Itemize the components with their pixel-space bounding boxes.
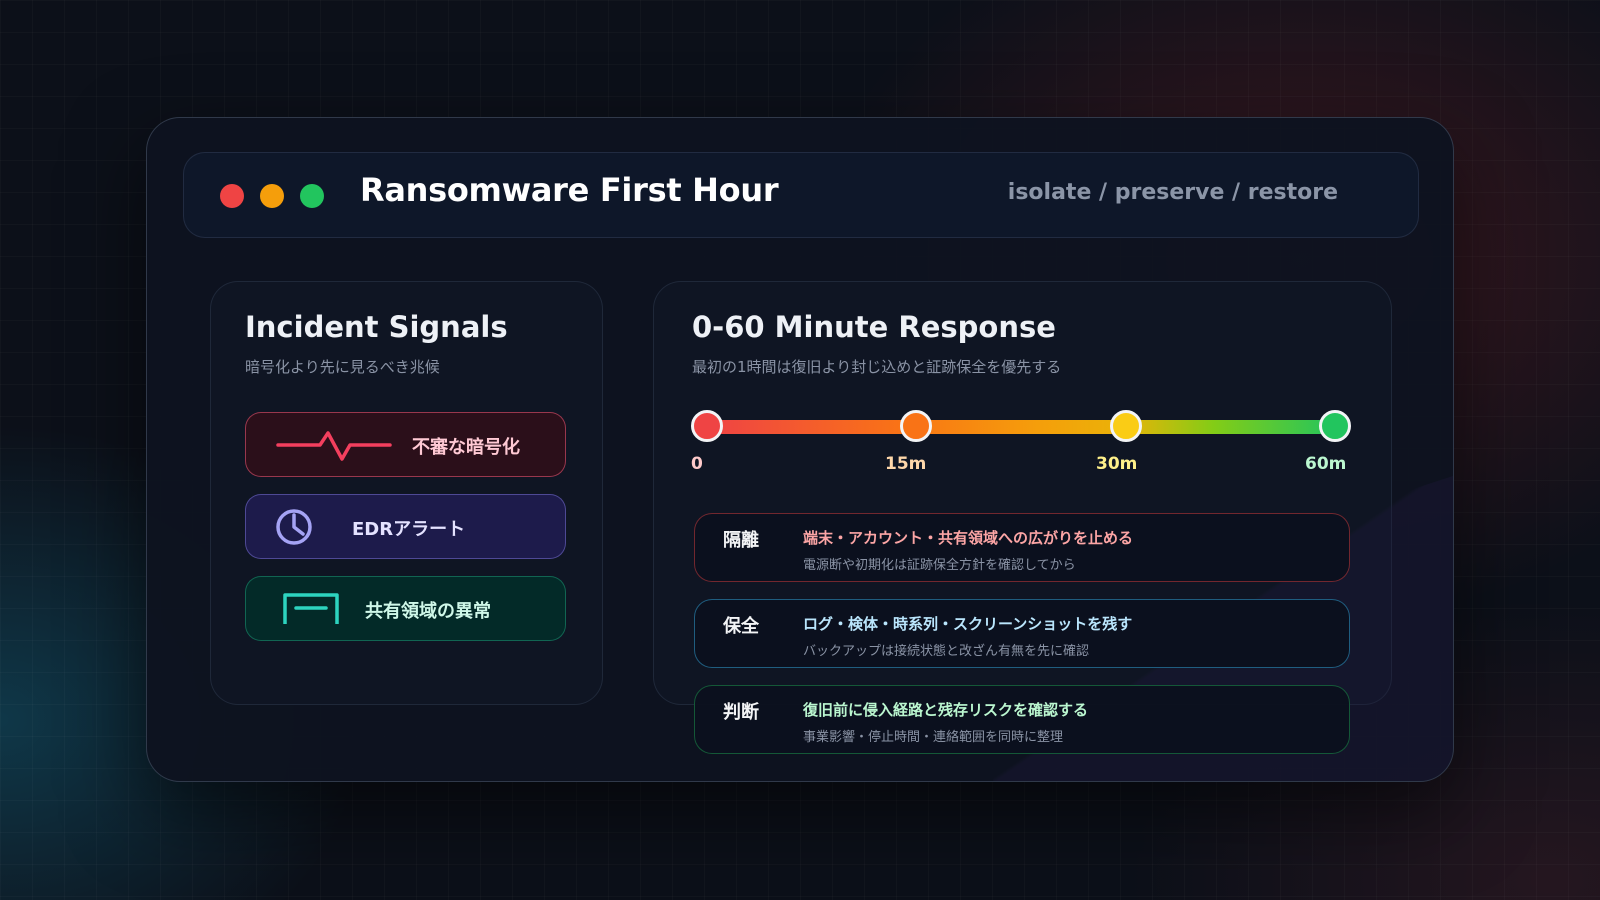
share-tray-icon xyxy=(282,577,340,640)
timeline-label-0: 0 xyxy=(691,454,703,474)
step-note: 事業影響・停止時間・連絡範囲を同時に整理 xyxy=(803,730,1064,745)
minimize-window-button[interactable] xyxy=(260,184,284,208)
app-tagline: isolate / preserve / restore xyxy=(1007,180,1338,205)
signal-suspicious-encryption[interactable]: 不審な暗号化 xyxy=(245,412,566,477)
step-tag: 保全 xyxy=(723,616,759,637)
step-main-text: ログ・検体・時系列・スクリーンショットを残す xyxy=(803,615,1133,633)
step-preserve[interactable]: 保全 ログ・検体・時系列・スクリーンショットを残す バックアップは接続状態と改ざ… xyxy=(694,599,1350,668)
step-note: バックアップは接続状態と改ざん有無を先に確認 xyxy=(803,644,1090,659)
clock-icon xyxy=(275,495,313,558)
response-title: 0-60 Minute Response xyxy=(692,310,1056,344)
signal-label: EDRアラート xyxy=(352,519,466,540)
signal-edr-alert[interactable]: EDRアラート xyxy=(245,494,566,559)
timeline-label-30m: 30m xyxy=(1096,454,1138,474)
signals-title: Incident Signals xyxy=(245,310,508,344)
incident-signals-card: Incident Signals 暗号化より先に見るべき兆候 不審な暗号化 ED… xyxy=(210,281,603,705)
step-tag: 隔離 xyxy=(723,530,759,551)
signal-label: 不審な暗号化 xyxy=(412,437,520,458)
maximize-window-button[interactable] xyxy=(300,184,324,208)
step-decide[interactable]: 判断 復旧前に侵入経路と残存リスクを確認する 事業影響・停止時間・連絡範囲を同時… xyxy=(694,685,1350,754)
timeline-label-60m: 60m xyxy=(1305,454,1347,474)
step-isolate[interactable]: 隔離 端末・アカウント・共有領域への広がりを止める 電源断や初期化は証跡保全方針… xyxy=(694,513,1350,582)
timeline-node-60m[interactable] xyxy=(1319,410,1351,442)
signals-subtitle: 暗号化より先に見るべき兆候 xyxy=(245,358,440,376)
step-note: 電源断や初期化は証跡保全方針を確認してから xyxy=(803,558,1076,573)
app-window: Ransomware First Hour isolate / preserve… xyxy=(146,117,1454,782)
signal-shared-area-anomaly[interactable]: 共有領域の異常 xyxy=(245,576,566,641)
timeline-progress-bar xyxy=(712,420,1338,434)
title-bar: Ransomware First Hour isolate / preserve… xyxy=(183,152,1419,238)
step-main-text: 端末・アカウント・共有領域への広がりを止める xyxy=(803,529,1134,547)
step-main-text: 復旧前に侵入経路と残存リスクを確認する xyxy=(803,701,1089,719)
app-title: Ransomware First Hour xyxy=(360,171,779,209)
timeline-node-15m[interactable] xyxy=(900,410,932,442)
timeline-node-0[interactable] xyxy=(691,410,723,442)
signal-label: 共有領域の異常 xyxy=(365,601,491,622)
timeline-label-15m: 15m xyxy=(885,454,927,474)
timeline-node-30m[interactable] xyxy=(1110,410,1142,442)
response-subtitle: 最初の1時間は復旧より封じ込めと証跡保全を優先する xyxy=(692,358,1062,376)
pulse-icon xyxy=(276,413,392,476)
step-tag: 判断 xyxy=(723,702,759,723)
close-window-button[interactable] xyxy=(220,184,244,208)
